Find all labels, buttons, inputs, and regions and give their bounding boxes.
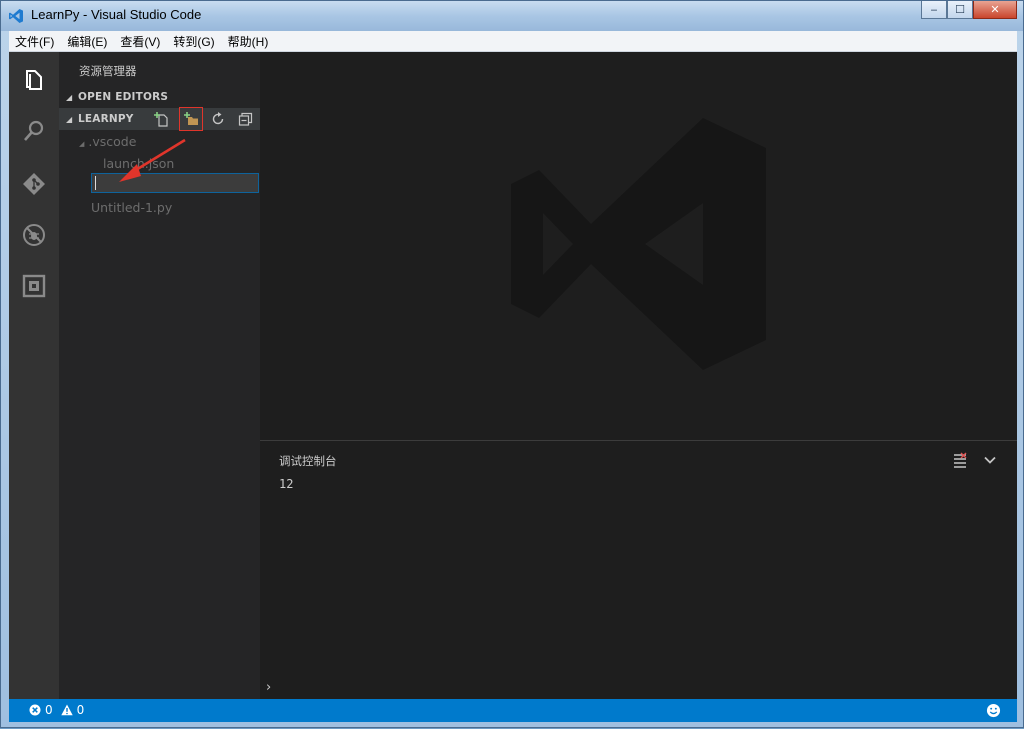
explorer-icon[interactable] <box>22 68 46 92</box>
open-editors-section[interactable]: ◢ OPEN EDITORS <box>59 86 260 108</box>
editor-area <box>260 52 1017 440</box>
application-window: LearnPy - Visual Studio Code ‒ ☐ ✕ 文件(F)… <box>0 0 1024 728</box>
chevron-down-icon: ◢ <box>66 92 73 102</box>
new-folder-icon[interactable] <box>179 107 203 131</box>
vscode-logo-icon <box>9 9 23 23</box>
git-icon[interactable] <box>22 172 46 196</box>
minimize-button[interactable]: ‒ <box>921 1 947 19</box>
window-controls: ‒ ☐ ✕ <box>921 1 1017 21</box>
new-folder-name-input[interactable] <box>91 173 259 193</box>
extensions-icon[interactable] <box>22 274 46 298</box>
menu-bar: 文件(F) 编辑(E) 查看(V) 转到(G) 帮助(H) <box>9 31 1017 52</box>
menu-help[interactable]: 帮助(H) <box>222 33 275 50</box>
search-icon[interactable] <box>22 119 46 143</box>
vscode-workbench: 资源管理器 ◢ OPEN EDITORS ◢ LEARNPY ◢ .vscode… <box>9 52 1017 722</box>
error-count: 0 <box>45 703 53 717</box>
console-output: 12 <box>279 477 294 491</box>
text-cursor <box>95 176 96 190</box>
problems-status[interactable]: 0 0 <box>29 703 84 717</box>
menu-file[interactable]: 文件(F) <box>9 33 60 50</box>
menu-view[interactable]: 查看(V) <box>114 33 166 50</box>
maximize-button[interactable]: ☐ <box>947 1 973 19</box>
debug-console-panel: 调试控制台 12 <box>260 440 1017 700</box>
activity-bar <box>9 52 59 699</box>
panel-title: 调试控制台 <box>279 454 337 468</box>
chevron-down-icon: ◢ <box>66 114 73 124</box>
tree-item-untitled-py[interactable]: Untitled-1.py <box>91 200 172 215</box>
status-bar: 0 0 <box>9 699 1017 722</box>
window-title: LearnPy - Visual Studio Code <box>31 7 202 22</box>
collapse-all-icon[interactable] <box>238 111 254 127</box>
warning-icon <box>60 704 73 716</box>
explorer-sidebar: 资源管理器 ◢ OPEN EDITORS ◢ LEARNPY ◢ .vscode… <box>59 52 260 699</box>
close-button[interactable]: ✕ <box>973 1 1017 19</box>
new-file-icon[interactable] <box>153 111 169 127</box>
chevron-down-icon: ◢ <box>79 140 85 148</box>
debug-repl-input[interactable]: › <box>260 679 1017 699</box>
tree-item-vscode-folder[interactable]: ◢ .vscode <box>79 134 136 149</box>
menu-edit[interactable]: 编辑(E) <box>61 33 113 50</box>
chevron-down-icon[interactable] <box>982 452 998 468</box>
title-bar: LearnPy - Visual Studio Code ‒ ☐ ✕ <box>1 1 1023 31</box>
tree-item-launch-json[interactable]: launch.json <box>103 156 174 171</box>
refresh-icon[interactable] <box>210 111 226 127</box>
repl-prompt: › <box>266 680 272 695</box>
error-icon <box>29 704 41 716</box>
tree-item-label: .vscode <box>88 134 137 149</box>
feedback-smiley-icon[interactable] <box>986 703 1001 718</box>
menu-goto[interactable]: 转到(G) <box>167 33 220 50</box>
open-editors-label: OPEN EDITORS <box>78 91 169 103</box>
sidebar-title: 资源管理器 <box>79 64 137 78</box>
debug-icon[interactable] <box>22 223 46 247</box>
vscode-watermark-logo-icon <box>511 118 766 370</box>
warning-count: 0 <box>76 703 85 717</box>
clear-console-icon[interactable] <box>952 452 968 468</box>
folder-section-label: LEARNPY <box>78 113 134 125</box>
